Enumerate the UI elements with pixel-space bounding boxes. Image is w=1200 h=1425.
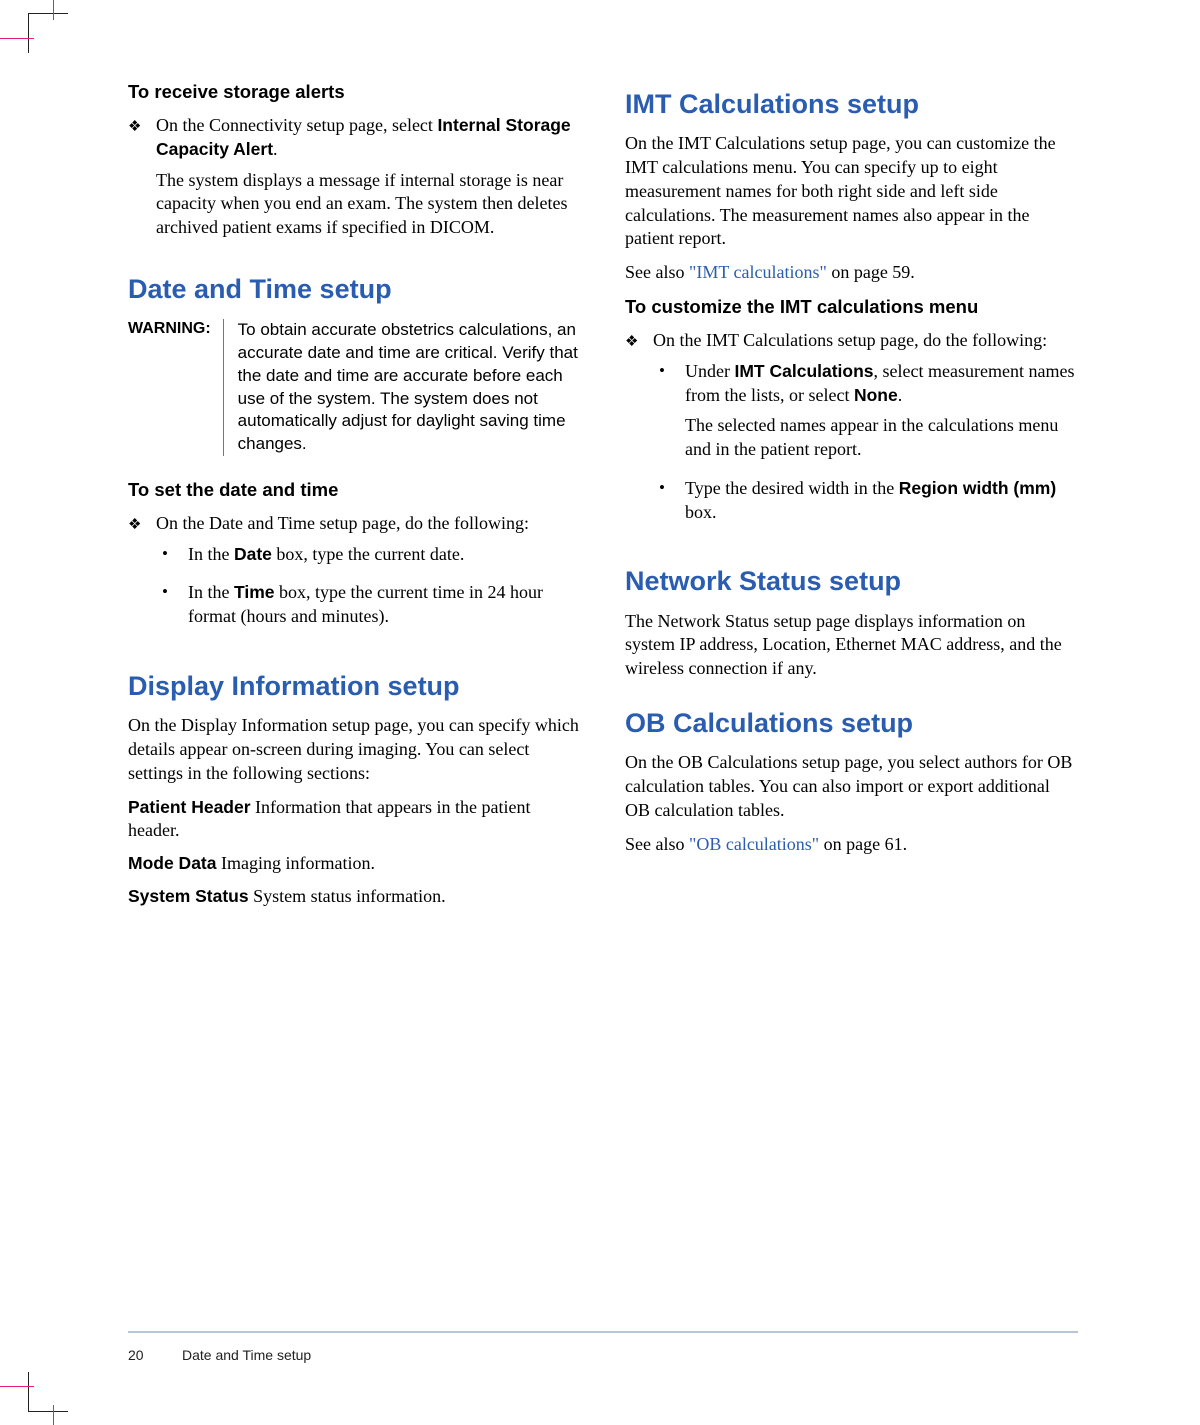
right-column: IMT Calculations setup On the IMT Calcul… (625, 80, 1078, 918)
body-text: On the IMT Calculations setup page, you … (625, 132, 1078, 251)
list-sub-item: • In the Date box, type the current date… (162, 543, 581, 574)
heading-network-status: Network Status setup (625, 565, 1078, 597)
page-content: To receive storage alerts ❖ On the Conne… (128, 80, 1078, 918)
bullet-icon: • (659, 360, 671, 469)
definition-item: System Status System status information. (128, 885, 581, 909)
left-column: To receive storage alerts ❖ On the Conne… (128, 80, 581, 918)
crop-mark-bottom-left (28, 1372, 68, 1412)
bullet-icon: • (162, 543, 174, 574)
heading-set-date-time: To set the date and time (128, 478, 581, 501)
body-text: On the IMT Calculations setup page, do t… (653, 329, 1078, 353)
crop-mark-top-left (28, 13, 68, 53)
list-sub-item: • Type the desired width in the Region w… (659, 477, 1078, 532)
body-text: On the Date and Time setup page, do the … (156, 512, 581, 536)
diamond-bullet-icon: ❖ (625, 329, 639, 539)
definition-item: Mode Data Imaging information. (128, 852, 581, 876)
body-text: On the Display Information setup page, y… (128, 714, 581, 785)
list-item: ❖ On the IMT Calculations setup page, do… (625, 329, 1078, 539)
footer-section: Date and Time setup (182, 1347, 311, 1363)
link-ob-calculations[interactable]: "OB calculations" (689, 834, 819, 854)
warning-text: To obtain accurate obstetrics calculatio… (224, 319, 581, 456)
body-text: In the Date box, type the current date. (188, 543, 581, 567)
heading-ob-calc: OB Calculations setup (625, 707, 1078, 739)
footer-rule (128, 1331, 1078, 1333)
body-text: On the Connectivity setup page, select I… (156, 114, 581, 162)
heading-imt-calc: IMT Calculations setup (625, 88, 1078, 120)
definition-list: Patient Header Information that appears … (128, 796, 581, 909)
list-sub-item: • Under IMT Calculations, select measure… (659, 360, 1078, 469)
bullet-icon: • (162, 581, 174, 636)
body-text: Under IMT Calculations, select measureme… (685, 360, 1078, 408)
heading-customize-imt: To customize the IMT calculations menu (625, 295, 1078, 318)
heading-display-info: Display Information setup (128, 670, 581, 702)
body-text: See also "OB calculations" on page 61. (625, 833, 1078, 857)
footer-text: 20Date and Time setup (128, 1347, 1078, 1363)
body-text: On the OB Calculations setup page, you s… (625, 751, 1078, 822)
list-item: ❖ On the Date and Time setup page, do th… (128, 512, 581, 644)
body-text: Type the desired width in the Region wid… (685, 477, 1078, 525)
warning-label: WARNING: (128, 319, 224, 456)
page-number: 20 (128, 1347, 182, 1363)
warning-block: WARNING: To obtain accurate obstetrics c… (128, 319, 581, 456)
diamond-bullet-icon: ❖ (128, 114, 142, 247)
body-text: The Network Status setup page displays i… (625, 610, 1078, 681)
list-item: ❖ On the Connectivity setup page, select… (128, 114, 581, 247)
diamond-bullet-icon: ❖ (128, 512, 142, 644)
body-text: The selected names appear in the calcula… (685, 414, 1078, 462)
bullet-icon: • (659, 477, 671, 532)
heading-storage-alerts: To receive storage alerts (128, 80, 581, 103)
heading-date-time: Date and Time setup (128, 273, 581, 305)
body-text: In the Time box, type the current time i… (188, 581, 581, 629)
body-text: The system displays a message if interna… (156, 169, 581, 240)
list-sub-item: • In the Time box, type the current time… (162, 581, 581, 636)
body-text: See also "IMT calculations" on page 59. (625, 261, 1078, 285)
page-footer: 20Date and Time setup (128, 1331, 1078, 1363)
definition-item: Patient Header Information that appears … (128, 796, 581, 844)
link-imt-calculations[interactable]: "IMT calculations" (689, 262, 827, 282)
